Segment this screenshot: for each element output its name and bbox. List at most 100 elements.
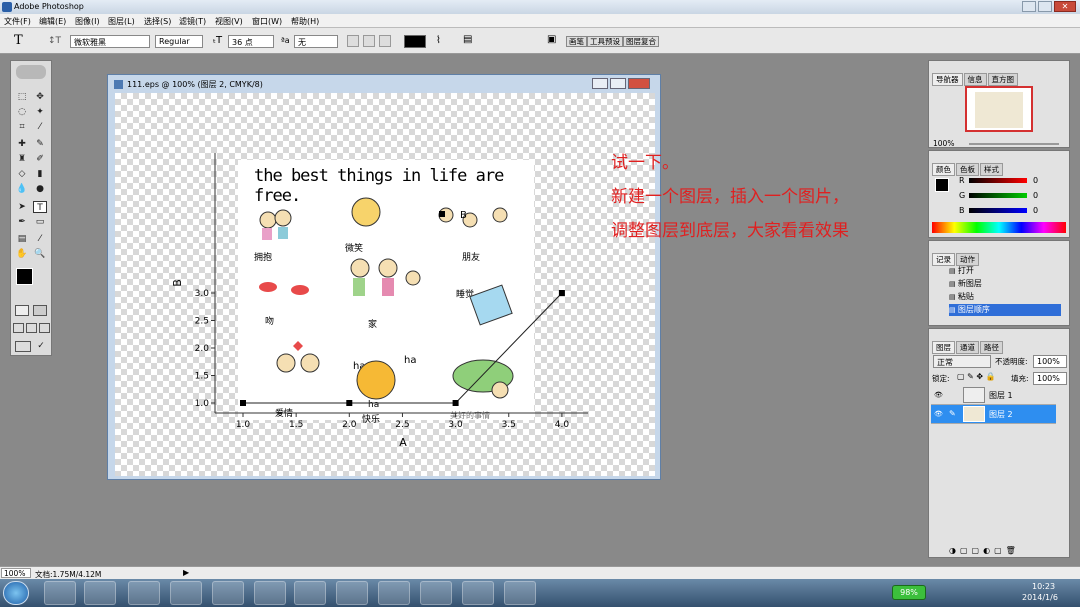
shape-tool-icon[interactable]: ▭ (33, 216, 47, 228)
history-item-new-layer[interactable]: ▤ 新图层 (949, 278, 1061, 290)
g-value[interactable]: 0 (1033, 191, 1038, 200)
b-value[interactable]: 0 (1033, 206, 1038, 215)
dodge-tool-icon[interactable]: ● (33, 183, 47, 195)
quickmask-mode-button[interactable] (33, 305, 47, 316)
layer-name[interactable]: 图层 1 (989, 390, 1013, 401)
font-style-select[interactable]: Regular (155, 35, 203, 48)
status-menu-arrow-icon[interactable]: ▶ (183, 568, 189, 577)
screen-mode-full-button[interactable] (39, 323, 50, 333)
type-tool-icon[interactable]: T (33, 201, 47, 213)
blur-tool-icon[interactable]: 💧 (15, 183, 29, 195)
tab-swatches[interactable]: 色板 (956, 163, 979, 176)
visibility-eye-icon[interactable]: 👁 (934, 410, 943, 418)
align-right-button[interactable] (379, 35, 391, 47)
gradient-tool-icon[interactable]: ▮ (33, 168, 47, 180)
align-left-button[interactable] (347, 35, 359, 47)
navigator-preview[interactable] (965, 86, 1033, 132)
panel-fg-swatch[interactable] (935, 178, 949, 192)
align-center-button[interactable] (363, 35, 375, 47)
navigator-zoom[interactable]: 100% (933, 139, 954, 148)
clock-time[interactable]: 10:23 (1032, 582, 1055, 591)
layer-row-1[interactable]: 👁 图层 1 (931, 386, 1056, 405)
menu-file[interactable]: 文件(F) (4, 16, 31, 27)
font-family-select[interactable]: 微软雅黑 (70, 35, 150, 48)
canvas[interactable]: the best things in life are free. 拥抱 微笑 … (115, 93, 655, 476)
r-slider[interactable] (969, 178, 1027, 183)
text-orientation-icon[interactable]: ↕T (48, 36, 61, 46)
color-spectrum[interactable] (932, 222, 1066, 233)
tab-paths[interactable]: 路径 (980, 341, 1003, 354)
tab-brushes[interactable]: 画笔 (566, 36, 587, 47)
app3-taskbar-icon[interactable] (378, 581, 410, 605)
text-color-swatch[interactable] (404, 35, 426, 48)
menu-view[interactable]: 视图(V) (215, 16, 243, 27)
stamp-tool-icon[interactable]: ♜ (15, 153, 29, 165)
tab-tool-presets[interactable]: 工具预设 (587, 36, 623, 47)
opacity-input[interactable]: 100% (1033, 355, 1067, 368)
tab-layers[interactable]: 图层 (932, 341, 955, 354)
crop-tool-icon[interactable]: ⌗ (15, 121, 29, 133)
pdf-taskbar-icon[interactable] (462, 581, 494, 605)
menu-layer[interactable]: 图层(L) (108, 16, 135, 27)
menu-edit[interactable]: 编辑(E) (39, 16, 66, 27)
doc-minimize-button[interactable] (592, 78, 608, 89)
layer-name[interactable]: 图层 2 (989, 409, 1013, 420)
tab-navigator[interactable]: 导航器 (932, 73, 963, 86)
tab-info[interactable]: 信息 (963, 73, 987, 86)
pen-tool-icon[interactable]: ✒ (15, 216, 29, 228)
eraser-tool-icon[interactable]: ◇ (15, 168, 29, 180)
word-taskbar-icon[interactable] (294, 581, 326, 605)
terminal-taskbar-icon[interactable] (254, 581, 286, 605)
photoshop-taskbar-icon[interactable] (504, 581, 536, 605)
eyedropper-tool-icon[interactable]: ⁄ (33, 233, 47, 245)
visibility-eye-icon[interactable]: 👁 (934, 391, 943, 399)
magic-wand-tool-icon[interactable]: ✦ (33, 106, 47, 118)
history-item-open[interactable]: ▤ 打开 (949, 265, 1061, 277)
r-value[interactable]: 0 (1033, 176, 1038, 185)
chrome-taskbar-icon[interactable] (128, 581, 160, 605)
tab-styles[interactable]: 样式 (980, 163, 1003, 176)
history-item-paste[interactable]: ▤ 粘贴 (949, 291, 1061, 303)
screen-mode-standard-button[interactable] (13, 323, 24, 333)
clock-date[interactable]: 2014/1/6 (1022, 593, 1058, 602)
minimize-button[interactable] (1022, 1, 1036, 12)
app-taskbar-icon[interactable] (212, 581, 244, 605)
menu-image[interactable]: 图像(I) (75, 16, 100, 27)
text-tool-icon[interactable]: T (14, 33, 23, 48)
lock-icons[interactable]: ▢ ✎ ✥ 🔒 (957, 372, 996, 381)
foreground-color-swatch[interactable] (16, 268, 33, 285)
layer-actions[interactable]: ◑▢▢◐▢🗑 (949, 546, 1020, 555)
standard-mode-button[interactable] (15, 305, 29, 316)
history-brush-tool-icon[interactable]: ✐ (33, 153, 47, 165)
b-slider[interactable] (969, 208, 1027, 213)
brush-tool-icon[interactable]: ✎ (33, 138, 47, 150)
lasso-tool-icon[interactable]: ◌ (15, 106, 29, 118)
notes-tool-icon[interactable]: ▤ (15, 233, 29, 245)
zoom-tool-icon[interactable]: 🔍 (33, 248, 47, 260)
palettes-icon[interactable]: ▤ (463, 34, 472, 45)
menu-select[interactable]: 选择(S) (144, 16, 171, 27)
navigator-zoom-slider[interactable] (969, 143, 1059, 145)
warp-text-icon[interactable]: ⌇ (436, 35, 441, 46)
marquee-tool-icon[interactable]: ⬚ (15, 91, 29, 103)
screen-mode-full-menu-button[interactable] (26, 323, 37, 333)
app2-taskbar-icon[interactable] (336, 581, 368, 605)
blend-mode-select[interactable]: 正常 (933, 355, 991, 368)
tab-histogram[interactable]: 直方图 (987, 73, 1018, 86)
start-button[interactable] (3, 581, 29, 605)
imageready-icon[interactable]: ✓ (34, 340, 48, 352)
antialias-select[interactable]: 无 (294, 35, 338, 48)
menu-window[interactable]: 窗口(W) (252, 16, 282, 27)
hand-tool-icon[interactable]: ✋ (15, 248, 29, 260)
tab-color[interactable]: 颜色 (932, 163, 955, 176)
doc-close-button[interactable] (628, 78, 650, 89)
g-slider[interactable] (969, 193, 1027, 198)
path-selection-tool-icon[interactable]: ➤ (15, 201, 29, 213)
media-taskbar-icon[interactable] (84, 581, 116, 605)
menu-filter[interactable]: 滤镜(T) (179, 16, 206, 27)
status-zoom[interactable]: 100% (1, 568, 31, 578)
tab-layer-comps[interactable]: 图层复合 (623, 36, 659, 47)
doc-maximize-button[interactable] (610, 78, 626, 89)
explorer-taskbar-icon[interactable] (170, 581, 202, 605)
jump-to-imageready-button[interactable] (15, 341, 31, 352)
